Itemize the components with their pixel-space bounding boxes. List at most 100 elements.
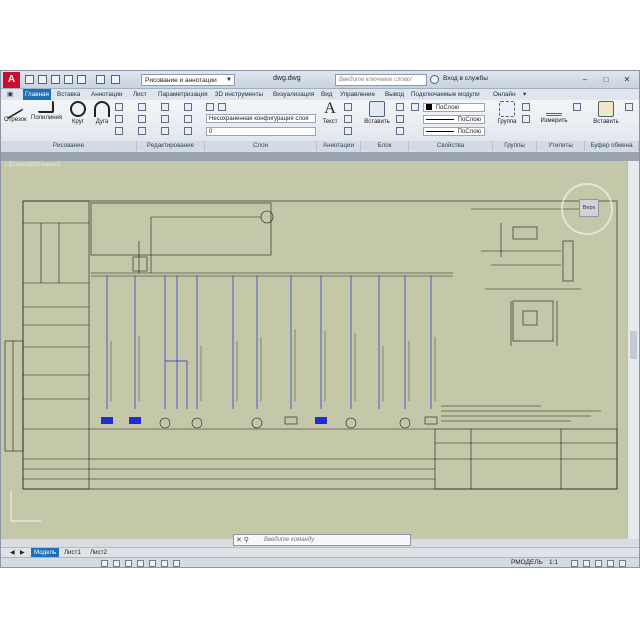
panel-annotation[interactable]: Аннотации [317, 141, 361, 151]
panel-modify[interactable]: Редактирование [137, 141, 205, 151]
lineweight-toggle-icon[interactable] [173, 560, 180, 567]
calculator-icon[interactable] [573, 103, 581, 111]
rectangle-icon[interactable] [115, 103, 123, 111]
ungroup-icon[interactable] [522, 103, 530, 111]
grid-icon[interactable] [113, 560, 120, 567]
viewcube[interactable]: Верх [561, 183, 613, 235]
lock-icon[interactable] [583, 560, 590, 567]
rotate-icon[interactable] [161, 103, 169, 111]
table-icon[interactable] [344, 127, 352, 135]
model-space-toggle[interactable]: РМОДЕЛЬ [511, 559, 543, 566]
snap-icon[interactable] [101, 560, 108, 567]
linetype-combo[interactable]: ПоСлою [423, 115, 485, 124]
isolate-icon[interactable] [595, 560, 602, 567]
layer-combo[interactable]: 0 [206, 127, 316, 136]
command-input[interactable]: Введите команду [264, 535, 314, 546]
gradient-icon[interactable] [115, 127, 123, 135]
hatch-icon[interactable] [115, 115, 123, 123]
mirror-icon[interactable] [161, 115, 169, 123]
layer-properties-icon[interactable] [206, 103, 214, 111]
tab-online[interactable]: Онлайн [491, 89, 518, 100]
layer-state-icon[interactable] [218, 103, 226, 111]
text-tool-button[interactable]: A Текст [319, 101, 341, 126]
fullscreen-icon[interactable] [607, 560, 614, 567]
arc-tool-button[interactable]: Дуга [91, 101, 113, 125]
tab-manage[interactable]: Управление [338, 89, 377, 100]
minimize-button[interactable]: – [576, 73, 594, 86]
paste-button[interactable]: Вставить [591, 101, 621, 125]
tab-annotate[interactable]: Аннотации [89, 89, 124, 100]
panel-properties[interactable]: Свойства [409, 141, 493, 151]
signin-link[interactable]: Вход в службы [443, 75, 488, 82]
polyline-tool-button[interactable]: Полилиния [31, 101, 62, 121]
search-icon[interactable] [430, 75, 439, 84]
ribbon-menu-icon[interactable]: ▣ [5, 89, 15, 100]
vertical-scrollbar[interactable] [627, 161, 639, 539]
command-line[interactable]: ✕ ⚲ Введите команду [233, 534, 411, 546]
scrollbar-thumb[interactable] [630, 331, 637, 359]
tab-layout[interactable]: Лист [131, 89, 149, 100]
tab-3d-tools[interactable]: 3D инструменты [213, 89, 265, 100]
panel-utilities[interactable]: Утилиты [537, 141, 585, 151]
app-menu-button[interactable]: A [3, 72, 20, 88]
leader-icon[interactable] [344, 115, 352, 123]
ortho-icon[interactable] [125, 560, 132, 567]
workspace-select[interactable]: Рисование и аннотации ▼ [141, 74, 235, 86]
dimension-icon[interactable] [344, 103, 352, 111]
save-as-icon[interactable] [64, 75, 73, 84]
panel-groups[interactable]: Группы [493, 141, 537, 151]
edit-block-icon[interactable] [396, 115, 404, 123]
layer-state-combo[interactable]: Несохраненная конфигурация слоя [206, 114, 316, 123]
annotation-scale[interactable]: 1:1 [549, 559, 558, 566]
group-button[interactable]: Группа [495, 101, 519, 125]
customize-icon[interactable] [619, 560, 626, 567]
attribute-icon[interactable] [396, 127, 404, 135]
tab-parametric[interactable]: Параметризация [156, 89, 209, 100]
tab-output[interactable]: Вывод [383, 89, 406, 100]
ribbon-toggle-icon[interactable]: ▾ [521, 89, 528, 100]
polar-icon[interactable] [137, 560, 144, 567]
new-file-icon[interactable] [25, 75, 34, 84]
fillet-icon[interactable] [184, 115, 192, 123]
tab-home[interactable]: Главная [23, 89, 51, 100]
workspace-switch-icon[interactable] [571, 560, 578, 567]
circle-tool-button[interactable]: Круг [67, 101, 89, 125]
tab-insert[interactable]: Вставка [55, 89, 82, 100]
scale-icon[interactable] [161, 127, 169, 135]
insert-block-button[interactable]: Вставить [363, 101, 391, 125]
panel-draw[interactable]: Рисование [1, 141, 137, 151]
match-properties-icon[interactable] [411, 103, 419, 111]
undo-icon[interactable] [96, 75, 105, 84]
drawing-frame [22, 200, 618, 490]
array-icon[interactable] [184, 127, 192, 135]
trim-icon[interactable] [184, 103, 192, 111]
viewcube-top-face[interactable]: Верх [579, 199, 599, 217]
otrack-icon[interactable] [161, 560, 168, 567]
drawing-canvas[interactable]: [-][Сверху][2D-каркас] [1, 161, 627, 539]
tab-render[interactable]: Визуализация [271, 89, 316, 100]
copy-clip-icon[interactable] [625, 103, 633, 111]
move-icon[interactable] [138, 103, 146, 111]
copy-icon[interactable] [138, 115, 146, 123]
tab-view[interactable]: Вид [319, 89, 334, 100]
create-block-icon[interactable] [396, 103, 404, 111]
group-edit-icon[interactable] [522, 115, 530, 123]
save-icon[interactable] [51, 75, 60, 84]
open-file-icon[interactable] [38, 75, 47, 84]
plot-icon[interactable] [77, 75, 86, 84]
osnap-icon[interactable] [149, 560, 156, 567]
panel-layers[interactable]: Слои [205, 141, 317, 151]
line-tool-button[interactable]: Отрезок [4, 100, 27, 123]
panel-block[interactable]: Блок [361, 141, 409, 151]
panel-clipboard[interactable]: Буфер обмена [585, 141, 639, 151]
close-button[interactable]: ✕ [618, 73, 636, 86]
command-close-icon[interactable]: ✕ ⚲ [236, 535, 249, 546]
search-input[interactable]: Введите ключевое слово/фразу [335, 74, 427, 94]
measure-button[interactable]: Измерить [539, 101, 569, 124]
stretch-icon[interactable] [138, 127, 146, 135]
lineweight-combo[interactable]: ПоСлою [423, 127, 485, 136]
maximize-button[interactable]: □ [597, 73, 615, 86]
tab-addins[interactable]: Подключаемые модули [409, 89, 482, 100]
redo-icon[interactable] [111, 75, 120, 84]
color-combo[interactable]: ПоСлою [423, 103, 485, 112]
